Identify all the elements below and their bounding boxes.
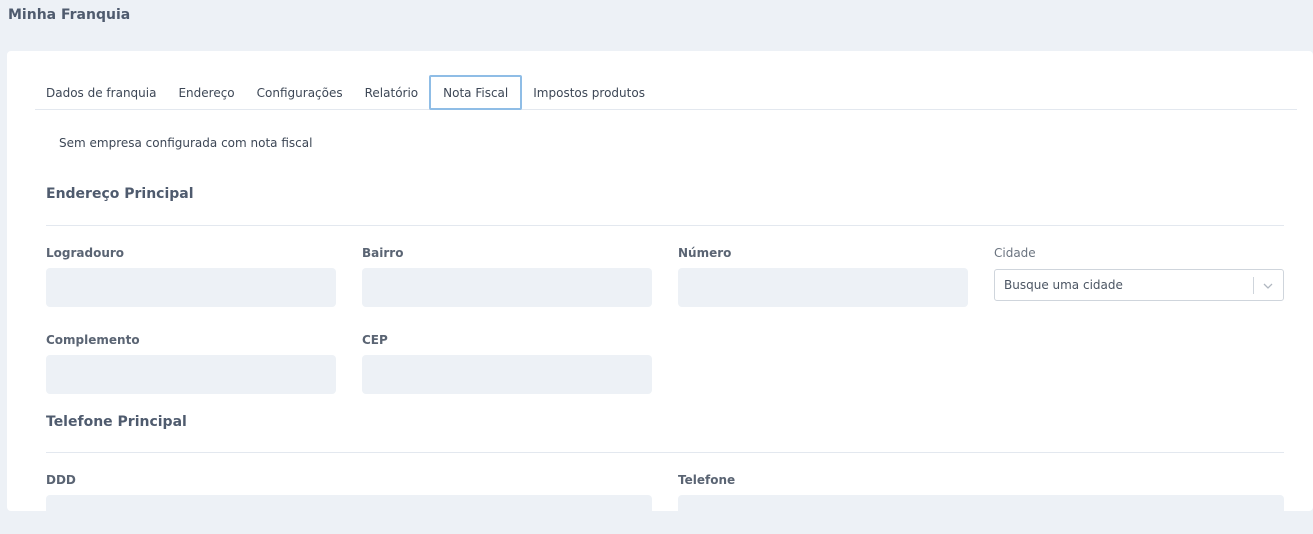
logradouro-field[interactable] — [46, 268, 336, 307]
select-separator — [1253, 277, 1254, 294]
numero-label: Número — [678, 246, 732, 260]
ddd-label: DDD — [46, 473, 76, 487]
numero-field[interactable] — [678, 268, 968, 307]
page-title: Minha Franquia — [8, 7, 131, 23]
telefone-field[interactable] — [678, 495, 1284, 534]
cep-label: CEP — [362, 333, 388, 347]
notice-text: Sem empresa configurada com nota fiscal — [59, 136, 313, 150]
bairro-field[interactable] — [362, 268, 652, 307]
cidade-select[interactable]: Busque uma cidade — [994, 269, 1284, 301]
divider — [46, 452, 1284, 453]
tab-configuracoes[interactable]: Configurações — [246, 75, 354, 110]
tab-impostos-produtos[interactable]: Impostos produtos — [522, 75, 656, 110]
logradouro-label: Logradouro — [46, 246, 125, 260]
cidade-placeholder: Busque uma cidade — [1004, 278, 1123, 292]
tab-relatorio[interactable]: Relatório — [354, 75, 430, 110]
section-title-endereco: Endereço Principal — [46, 186, 194, 202]
chevron-down-icon[interactable] — [1261, 279, 1275, 293]
bairro-label: Bairro — [362, 246, 404, 260]
complemento-field[interactable] — [46, 355, 336, 394]
complemento-label: Complemento — [46, 333, 140, 347]
cidade-label: Cidade — [994, 246, 1036, 260]
ddd-field[interactable] — [46, 495, 652, 534]
section-title-telefone: Telefone Principal — [46, 414, 187, 430]
tab-endereco[interactable]: Endereço — [167, 75, 245, 110]
tab-dados-de-franquia[interactable]: Dados de franquia — [35, 75, 167, 110]
tab-nota-fiscal[interactable]: Nota Fiscal — [429, 75, 523, 110]
telefone-label: Telefone — [678, 473, 736, 487]
tab-bar: Dados de franquia Endereço Configurações… — [35, 75, 1297, 110]
divider — [46, 225, 1284, 226]
cep-field[interactable] — [362, 355, 652, 394]
main-card: Dados de franquia Endereço Configurações… — [7, 51, 1313, 534]
